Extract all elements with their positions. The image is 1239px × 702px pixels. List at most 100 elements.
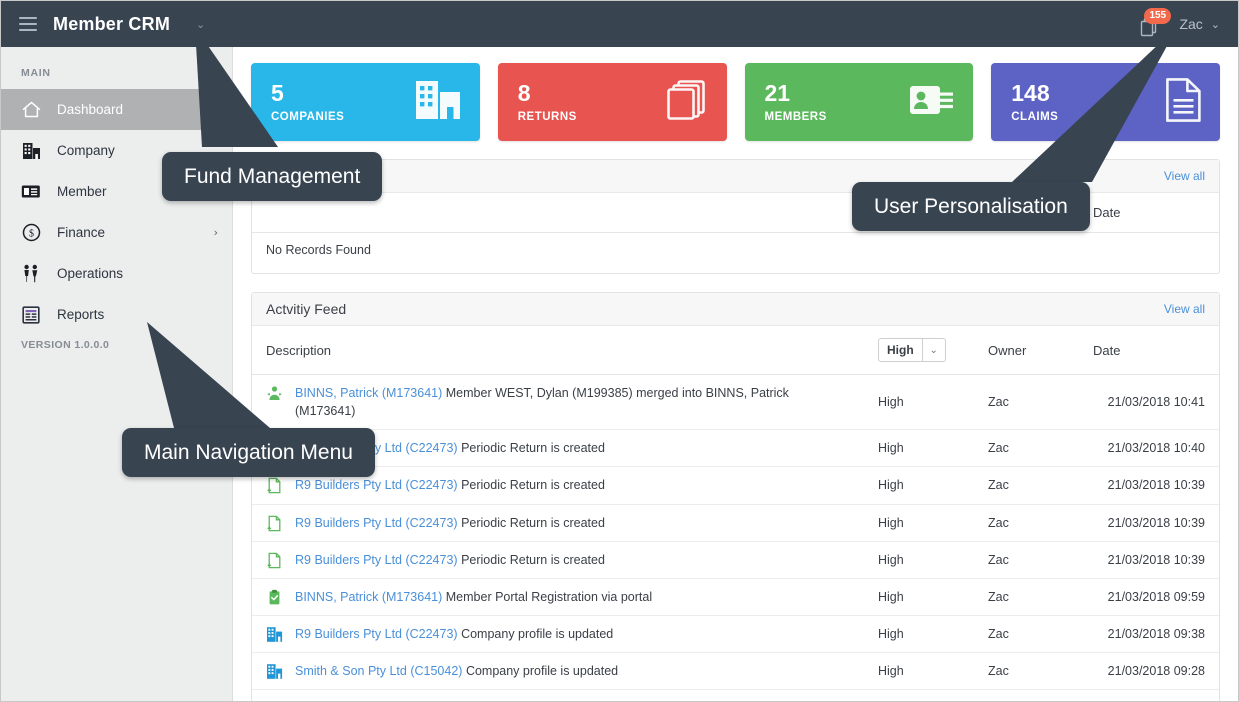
- table-row-empty: No Records Found: [252, 233, 1219, 274]
- sidebar-item-operations[interactable]: Operations: [1, 253, 232, 294]
- sidebar-item-finance[interactable]: $ Finance ›: [1, 212, 232, 253]
- user-menu[interactable]: Zac ⌄: [1179, 16, 1220, 32]
- table-row[interactable]: BINNS, Patrick (M173641) Member WEST, Dy…: [252, 374, 1219, 431]
- notification-badge: 155: [1144, 8, 1172, 24]
- stat-card-members[interactable]: 21 MEMBERS: [744, 63, 974, 141]
- record-link[interactable]: BINNS, Patrick (M173641): [295, 386, 442, 400]
- home-icon: [21, 100, 41, 120]
- table-row[interactable]: Windows & Doors (C19315) Company profile…: [252, 689, 1219, 701]
- description-text: BINNS, Patrick (M173641) Member WEST, Dy…: [295, 384, 850, 420]
- stat-card-returns[interactable]: 8 RETURNS: [497, 63, 727, 141]
- cell-description: BINNS, Patrick (M173641) Member WEST, Dy…: [252, 374, 864, 431]
- stat-card-claims[interactable]: 148 CLAIMS: [991, 63, 1220, 141]
- app-title: Member CRM: [53, 13, 171, 34]
- cell-owner: Zac: [974, 652, 1079, 691]
- record-link[interactable]: Smith & Son Pty Ltd (C15042): [295, 664, 462, 678]
- chevron-down-icon[interactable]: ⌄: [196, 18, 205, 31]
- view-all-link[interactable]: View all: [1164, 169, 1205, 183]
- report-icon: [21, 305, 41, 325]
- office-building-icon: [414, 79, 462, 126]
- cell-priority: High: [864, 429, 974, 468]
- copies-icon: [665, 78, 709, 127]
- cell-owner: Zac: [974, 541, 1079, 579]
- cell-owner: Zac: [974, 578, 1079, 616]
- cell-priority: High: [864, 578, 974, 616]
- description-text: R9 Builders Pty Ltd (C22473) Periodic Re…: [295, 514, 605, 532]
- callout-text: User Personalisation: [874, 195, 1068, 218]
- table-row[interactable]: R9 Builders Pty Ltd (C22473) Periodic Re…: [252, 541, 1219, 579]
- stat-label: CLAIMS: [1011, 110, 1059, 123]
- sidebar-section-label: MAIN: [21, 67, 51, 79]
- table-row[interactable]: R9 Builders Pty Ltd (C22473) Periodic Re…: [252, 466, 1219, 505]
- cell-priority: High: [864, 689, 974, 701]
- top-bar-right: 155 Zac ⌄: [1137, 8, 1238, 37]
- stat-label: MEMBERS: [764, 110, 827, 123]
- activity-feed-body: BINNS, Patrick (M173641) Member WEST, Dy…: [252, 374, 1219, 701]
- cell-description: R9 Builders Pty Ltd (C22473) Company pro…: [252, 615, 864, 654]
- stat-label: RETURNS: [517, 110, 577, 123]
- document-icon: [1164, 77, 1202, 128]
- table-row[interactable]: R9 Builders Pty Ltd (C22473) Company pro…: [252, 615, 1219, 654]
- column-header-description: Description: [252, 326, 864, 375]
- cell-description: Windows & Doors (C19315) Company profile…: [252, 689, 864, 701]
- cell-priority: High: [864, 466, 974, 505]
- sidebar-item-label: Finance: [57, 225, 106, 240]
- cell-description: Smith & Son Pty Ltd (C15042) Company pro…: [252, 652, 864, 691]
- building-icon: [21, 141, 41, 161]
- table-row[interactable]: R9 Builders Pty Ltd (C22473) Periodic Re…: [252, 504, 1219, 542]
- record-link[interactable]: R9 Builders Pty Ltd (C22473): [295, 478, 458, 492]
- cell-owner: Zac: [974, 615, 1079, 654]
- description-detail: Member Portal Registration via portal: [445, 589, 653, 604]
- table-row[interactable]: Smith & Son Pty Ltd (C15042) Company pro…: [252, 652, 1219, 691]
- sidebar-item-label: Reports: [57, 307, 105, 322]
- view-all-link[interactable]: View all: [1164, 302, 1205, 316]
- column-header-date: Date: [1079, 326, 1219, 375]
- chevron-right-icon: ›: [213, 226, 218, 239]
- hamburger-icon[interactable]: [19, 17, 37, 31]
- notifications-button[interactable]: 155: [1137, 8, 1172, 37]
- activity-feed-table: Description High ⌄ Owner Date BINNS, Pat…: [252, 326, 1219, 701]
- chevron-down-icon: ⌄: [921, 339, 945, 361]
- cell-owner: Zac: [974, 689, 1079, 701]
- return-created-icon: [266, 552, 283, 569]
- cell-priority: High: [864, 504, 974, 542]
- record-link[interactable]: R9 Builders Pty Ltd (C22473): [295, 516, 458, 530]
- sidebar-item-dashboard[interactable]: Dashboard: [1, 89, 232, 130]
- description-text: Windows & Doors (C19315) Company profile…: [295, 699, 606, 701]
- callout-main-navigation-menu: Main Navigation Menu: [122, 428, 375, 477]
- record-link[interactable]: R9 Builders Pty Ltd (C22473): [295, 553, 458, 567]
- cell-date: 21/03/2018 10:41: [1079, 374, 1219, 431]
- stat-card-companies[interactable]: 5 COMPANIES: [251, 63, 480, 141]
- svg-text:$: $: [29, 229, 34, 240]
- table-row[interactable]: R9 Builders Pty Ltd (C22473) Periodic Re…: [252, 429, 1219, 468]
- description-detail: Periodic Return is created: [461, 478, 605, 493]
- cell-owner: Zac: [974, 466, 1079, 505]
- user-name: Zac: [1179, 16, 1203, 32]
- return-created-icon: [266, 477, 283, 494]
- priority-filter-select[interactable]: High ⌄: [878, 338, 946, 362]
- cell-date: 21/03/2018 10:39: [1079, 466, 1219, 505]
- record-link[interactable]: BINNS, Patrick (M173641): [295, 590, 442, 604]
- cell-owner: Zac: [974, 504, 1079, 542]
- sidebar-item-label: Dashboard: [57, 102, 124, 117]
- cell-priority: High: [864, 652, 974, 691]
- table-row[interactable]: BINNS, Patrick (M173641) Member Portal R…: [252, 578, 1219, 616]
- stat-value: 8: [517, 80, 531, 107]
- activity-feed-header: Actvitiy Feed View all: [252, 293, 1219, 326]
- cell-description: R9 Builders Pty Ltd (C22473) Periodic Re…: [252, 541, 864, 579]
- cell-date: 21/03/2018 10:39: [1079, 504, 1219, 542]
- record-link[interactable]: R9 Builders Pty Ltd (C22473): [295, 627, 458, 641]
- cell-priority: High: [864, 615, 974, 654]
- description-detail: Company profile is updated: [465, 664, 619, 678]
- clipboard-check-icon: [266, 589, 283, 606]
- description-detail: Periodic Return is created: [461, 552, 605, 567]
- sidebar-item-reports[interactable]: Reports: [1, 294, 232, 335]
- description-text: BINNS, Patrick (M173641) Member Portal R…: [295, 588, 652, 606]
- building-icon: [266, 663, 283, 680]
- cell-date: 21/03/2018 09:38: [1079, 615, 1219, 654]
- cell-owner: Zac: [974, 429, 1079, 468]
- application-window: Member CRM ⌄ 155 Zac ⌄ MAIN Dashboard Co…: [0, 0, 1239, 702]
- people-icon: [21, 264, 41, 284]
- sidebar-item-label: Operations: [57, 266, 124, 281]
- stat-value: 5: [271, 80, 284, 107]
